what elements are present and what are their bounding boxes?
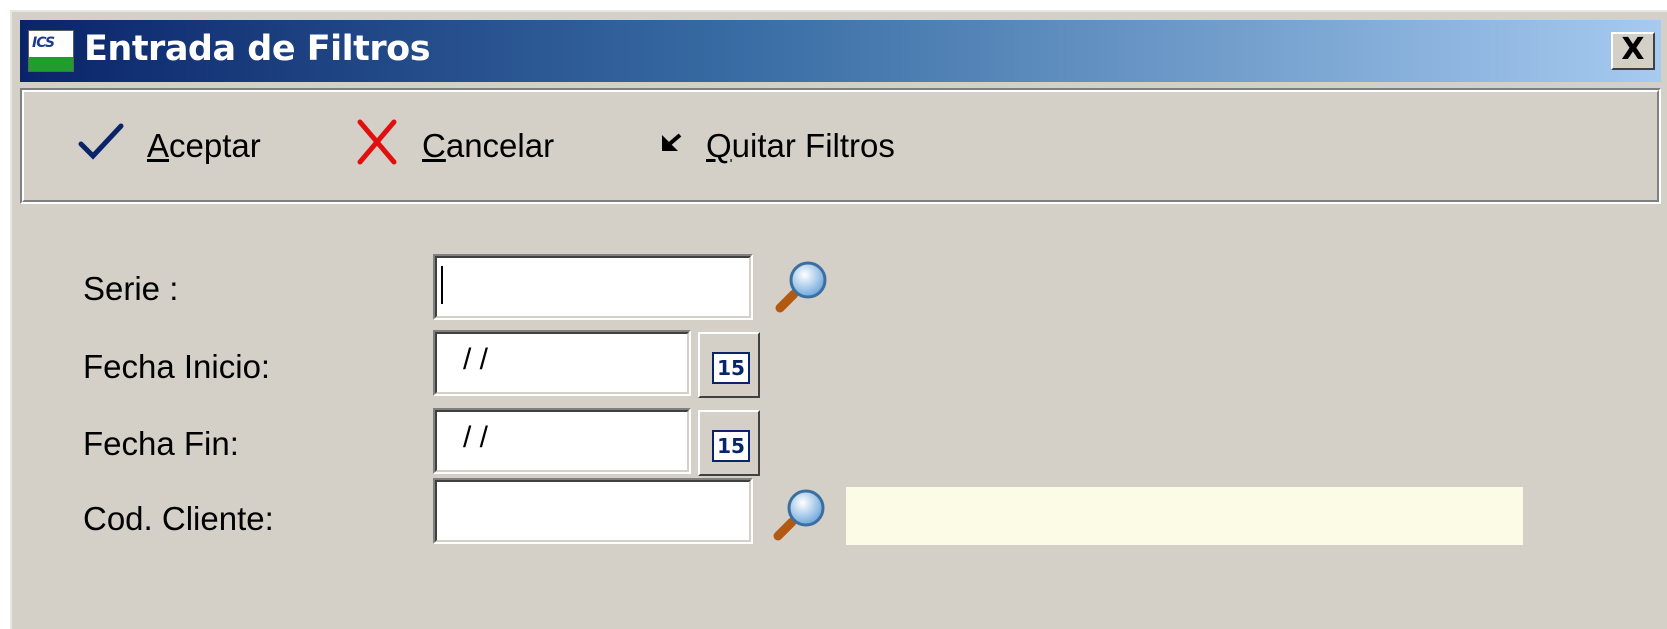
fecha-fin-calendar-button[interactable]: 15 [698, 410, 760, 476]
serie-search-icon[interactable] [772, 260, 830, 321]
toolbar: Aceptar Cancelar Quitar Filtros [20, 88, 1661, 204]
accept-label: Aceptar [147, 127, 261, 164]
cliente-description-field [846, 487, 1523, 545]
x-icon [354, 118, 400, 174]
cod-cliente-search-icon[interactable] [770, 488, 828, 549]
cancel-button[interactable]: Cancelar [354, 118, 554, 174]
calendar-icon: 15 [712, 430, 750, 462]
fecha-fin-input[interactable]: / / [433, 408, 691, 474]
calendar-icon: 15 [712, 352, 750, 384]
fecha-inicio-calendar-button[interactable]: 15 [698, 332, 760, 398]
filter-dialog: ICS Entrada de Filtros X Aceptar Cancela… [10, 10, 1667, 629]
fecha-fin-label: Fecha Fin: [83, 425, 239, 462]
accept-button[interactable]: Aceptar [77, 118, 261, 174]
clear-filters-label: Quitar Filtros [706, 127, 895, 164]
close-button[interactable]: X [1611, 32, 1655, 70]
arrow-icon [658, 127, 684, 165]
clear-filters-button[interactable]: Quitar Filtros [658, 118, 895, 174]
fecha-inicio-input[interactable]: / / [433, 330, 691, 396]
cod-cliente-input[interactable] [433, 478, 753, 544]
app-icon: ICS [28, 30, 74, 72]
serie-label: Serie : [83, 270, 179, 307]
cancel-label: Cancelar [422, 127, 555, 164]
window-title: Entrada de Filtros [84, 29, 431, 69]
checkmark-icon [77, 122, 125, 170]
cod-cliente-label: Cod. Cliente: [83, 500, 274, 537]
fecha-inicio-label: Fecha Inicio: [83, 348, 271, 385]
title-bar[interactable]: ICS Entrada de Filtros X [20, 20, 1661, 82]
serie-input[interactable] [433, 254, 753, 320]
